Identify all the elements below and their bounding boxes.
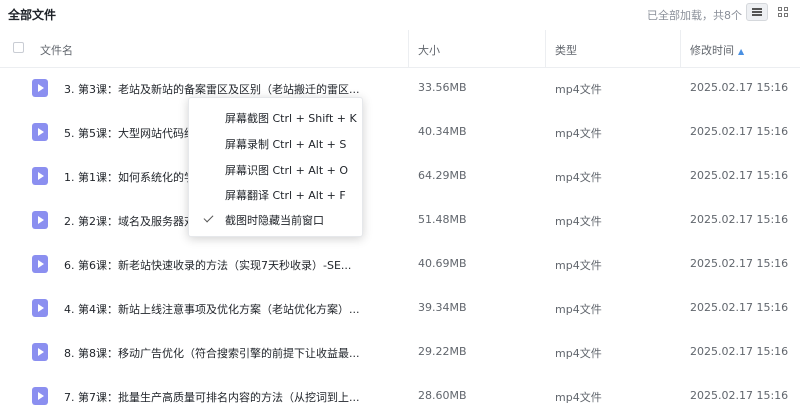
file-name[interactable]: 7. 第7课：批量生产高质量可排名内容的方法（从挖词到上...: [64, 389, 359, 405]
file-type: mp4文件: [555, 215, 602, 228]
video-file-icon: [32, 167, 48, 185]
file-size: 39.34MB: [418, 301, 467, 314]
file-type: mp4文件: [555, 127, 602, 140]
video-file-icon: [32, 255, 48, 273]
file-modified: 2025.02.17 15:16: [690, 169, 789, 182]
menu-item-screenshot[interactable]: 屏幕截图 Ctrl + Shift + K: [225, 110, 357, 126]
file-name[interactable]: 6. 第6课：新老站快速收录的方法（实现7天秒收录）-SE...: [64, 257, 351, 273]
file-type: mp4文件: [555, 303, 602, 316]
file-size: 40.69MB: [418, 257, 467, 270]
table-row[interactable]: 4. 第4课：新站上线注意事项及优化方案（老站优化方案）... 39.34MB …: [0, 287, 800, 331]
file-size: 28.60MB: [418, 389, 467, 402]
column-divider: [545, 30, 546, 67]
select-all-checkbox[interactable]: [13, 42, 24, 53]
sort-icon[interactable]: ▲︎: [738, 47, 744, 56]
context-menu: 屏幕截图 Ctrl + Shift + K 屏幕录制 Ctrl + Alt + …: [188, 97, 363, 237]
header-bar: 全部文件 已全部加载，共8个: [0, 0, 800, 30]
list-view-button[interactable]: [746, 3, 768, 21]
table-row[interactable]: 2. 第2课：域名及服务器对 51.48MB mp4文件 2025.02.17 …: [0, 199, 800, 243]
menu-item-screen-record[interactable]: 屏幕录制 Ctrl + Alt + S: [225, 136, 346, 152]
file-size: 64.29MB: [418, 169, 467, 182]
file-size: 51.48MB: [418, 213, 467, 226]
file-name[interactable]: 3. 第3课：老站及新站的备案雷区及区别（老站搬迁的雷区...: [64, 81, 359, 97]
file-size: 29.22MB: [418, 345, 467, 358]
file-type: mp4文件: [555, 83, 602, 96]
table-row[interactable]: 7. 第7课：批量生产高质量可排名内容的方法（从挖词到上... 28.60MB …: [0, 375, 800, 419]
video-file-icon: [32, 299, 48, 317]
file-type: mp4文件: [555, 259, 602, 272]
video-file-icon: [32, 343, 48, 361]
table-row[interactable]: 8. 第8课：移动广告优化（符合搜索引擎的前提下让收益最... 29.22MB …: [0, 331, 800, 375]
file-modified: 2025.02.17 15:16: [690, 81, 789, 94]
file-size: 33.56MB: [418, 81, 467, 94]
table-row[interactable]: 1. 第1课：如何系统化的学习SEO 64.29MB mp4文件 2025.02…: [0, 155, 800, 199]
file-modified: 2025.02.17 15:16: [690, 301, 789, 314]
file-modified: 2025.02.17 15:16: [690, 125, 789, 138]
column-modified-label: 修改时间: [690, 44, 734, 57]
menu-item-screen-ocr[interactable]: 屏幕识图 Ctrl + Alt + O: [225, 162, 348, 178]
grid-view-button[interactable]: [772, 3, 794, 21]
file-size: 40.34MB: [418, 125, 467, 138]
file-type: mp4文件: [555, 391, 602, 404]
column-size[interactable]: 大小: [418, 42, 440, 58]
file-modified: 2025.02.17 15:16: [690, 213, 789, 226]
column-modified[interactable]: 修改时间 ▲︎: [690, 42, 744, 58]
page-title: 全部文件: [8, 8, 57, 22]
table-header: 文件名 大小 类型 修改时间 ▲︎: [0, 30, 800, 68]
file-type: mp4文件: [555, 171, 602, 184]
grid-icon: [778, 7, 788, 17]
video-file-icon: [32, 79, 48, 97]
video-file-icon: [32, 387, 48, 405]
menu-item-hide-window[interactable]: 截图时隐藏当前窗口: [225, 212, 324, 228]
column-type[interactable]: 类型: [555, 42, 577, 58]
file-name[interactable]: 4. 第4课：新站上线注意事项及优化方案（老站优化方案）...: [64, 301, 359, 317]
video-file-icon: [32, 123, 48, 141]
file-type: mp4文件: [555, 347, 602, 360]
file-modified: 2025.02.17 15:16: [690, 389, 789, 402]
column-divider: [408, 30, 409, 67]
menu-item-screen-translate[interactable]: 屏幕翻译 Ctrl + Alt + F: [225, 187, 346, 203]
table-row[interactable]: 6. 第6课：新老站快速收录的方法（实现7天秒收录）-SE... 40.69MB…: [0, 243, 800, 287]
table-row[interactable]: 3. 第3课：老站及新站的备案雷区及区别（老站搬迁的雷区... 33.56MB …: [0, 67, 800, 111]
load-status: 已全部加载，共8个: [647, 9, 742, 22]
column-divider: [680, 30, 681, 67]
list-icon: [752, 8, 762, 16]
file-modified: 2025.02.17 15:16: [690, 257, 789, 270]
file-modified: 2025.02.17 15:16: [690, 345, 789, 358]
view-toggle: [746, 3, 794, 21]
file-name[interactable]: 8. 第8课：移动广告优化（符合搜索引擎的前提下让收益最...: [64, 345, 359, 361]
video-file-icon: [32, 211, 48, 229]
column-name[interactable]: 文件名: [40, 42, 73, 58]
table-row[interactable]: 5. 第5课：大型网站代码细节优化 40.34MB mp4文件 2025.02.…: [0, 111, 800, 155]
check-icon: [203, 212, 214, 223]
file-name[interactable]: 2. 第2课：域名及服务器对: [64, 213, 195, 229]
